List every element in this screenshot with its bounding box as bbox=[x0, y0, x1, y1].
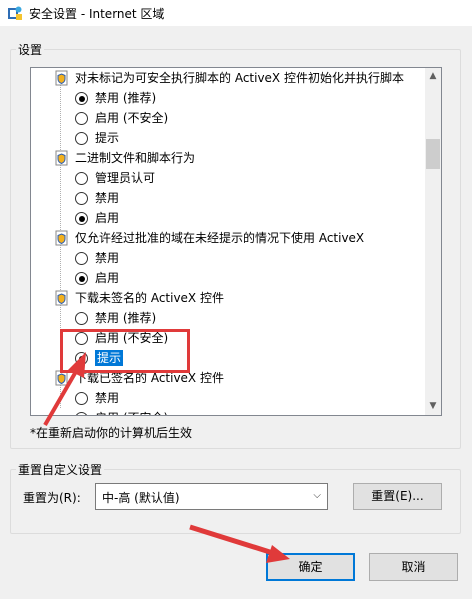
reset-group-label: 重置自定义设置 bbox=[16, 461, 105, 478]
setting-option-label: 禁用 bbox=[95, 191, 120, 205]
ok-button[interactable]: 确定 bbox=[266, 553, 355, 581]
setting-option-label: 禁用 bbox=[95, 391, 120, 405]
reset-level-select[interactable]: 中-高 (默认值) ⌵ bbox=[95, 483, 328, 510]
radio-button[interactable] bbox=[75, 192, 88, 205]
shield-icon bbox=[55, 70, 68, 86]
radio-button[interactable] bbox=[75, 392, 88, 405]
setting-option-label: 禁用 (推荐) bbox=[95, 311, 157, 325]
radio-button[interactable] bbox=[75, 132, 88, 145]
setting-heading-label: 二进制文件和脚本行为 bbox=[75, 151, 196, 165]
shield-icon bbox=[55, 150, 68, 166]
radio-button[interactable] bbox=[75, 252, 88, 265]
setting-heading-label: 仅允许经过批准的域在未经提示的情况下使用 ActiveX bbox=[75, 231, 365, 245]
setting-option-label: 启用 (不安全) bbox=[95, 408, 168, 415]
setting-option-label: 启用 (不安全) bbox=[95, 111, 169, 125]
security-settings-icon bbox=[8, 6, 22, 20]
shield-icon bbox=[55, 290, 68, 306]
scroll-up-arrow-icon[interactable]: ▲ bbox=[425, 68, 441, 85]
radio-button[interactable] bbox=[75, 312, 88, 325]
vertical-scrollbar[interactable]: ▲ ▼ bbox=[425, 68, 441, 415]
radio-button[interactable] bbox=[75, 212, 88, 225]
window-title: 安全设置 - Internet 区域 bbox=[29, 7, 165, 21]
radio-button[interactable] bbox=[75, 112, 88, 125]
setting-option-label: 启用 bbox=[95, 211, 120, 225]
setting-option-label: 禁用 bbox=[95, 251, 120, 265]
radio-button[interactable] bbox=[75, 172, 88, 185]
setting-option-label: 提示 bbox=[95, 131, 120, 145]
setting-option-label: 禁用 (推荐) bbox=[95, 91, 157, 105]
reset-level-value: 中-高 (默认值) bbox=[102, 491, 180, 505]
setting-option-label: 启用 bbox=[95, 271, 120, 285]
highlight-box bbox=[60, 329, 190, 373]
reset-to-label: 重置为(R): bbox=[23, 491, 81, 505]
restart-note: *在重新启动你的计算机后生效 bbox=[30, 426, 193, 440]
setting-option-label: 管理员认可 bbox=[95, 171, 156, 185]
title-bar: 安全设置 - Internet 区域 bbox=[0, 0, 472, 26]
reset-button[interactable]: 重置(E)... bbox=[353, 483, 442, 510]
chevron-down-icon: ⌵ bbox=[313, 490, 321, 501]
shield-icon bbox=[55, 230, 68, 246]
setting-heading-label: 下载未签名的 ActiveX 控件 bbox=[75, 291, 224, 305]
scrollbar-thumb[interactable] bbox=[426, 139, 440, 169]
radio-button[interactable] bbox=[75, 272, 88, 285]
radio-button[interactable] bbox=[75, 412, 88, 415]
radio-button[interactable] bbox=[75, 92, 88, 105]
cancel-button[interactable]: 取消 bbox=[369, 553, 458, 581]
setting-heading-label: 对未标记为可安全执行脚本的 ActiveX 控件初始化并执行脚本 bbox=[75, 71, 404, 85]
scroll-down-arrow-icon[interactable]: ▼ bbox=[425, 398, 441, 415]
settings-group-label: 设置 bbox=[16, 41, 45, 58]
